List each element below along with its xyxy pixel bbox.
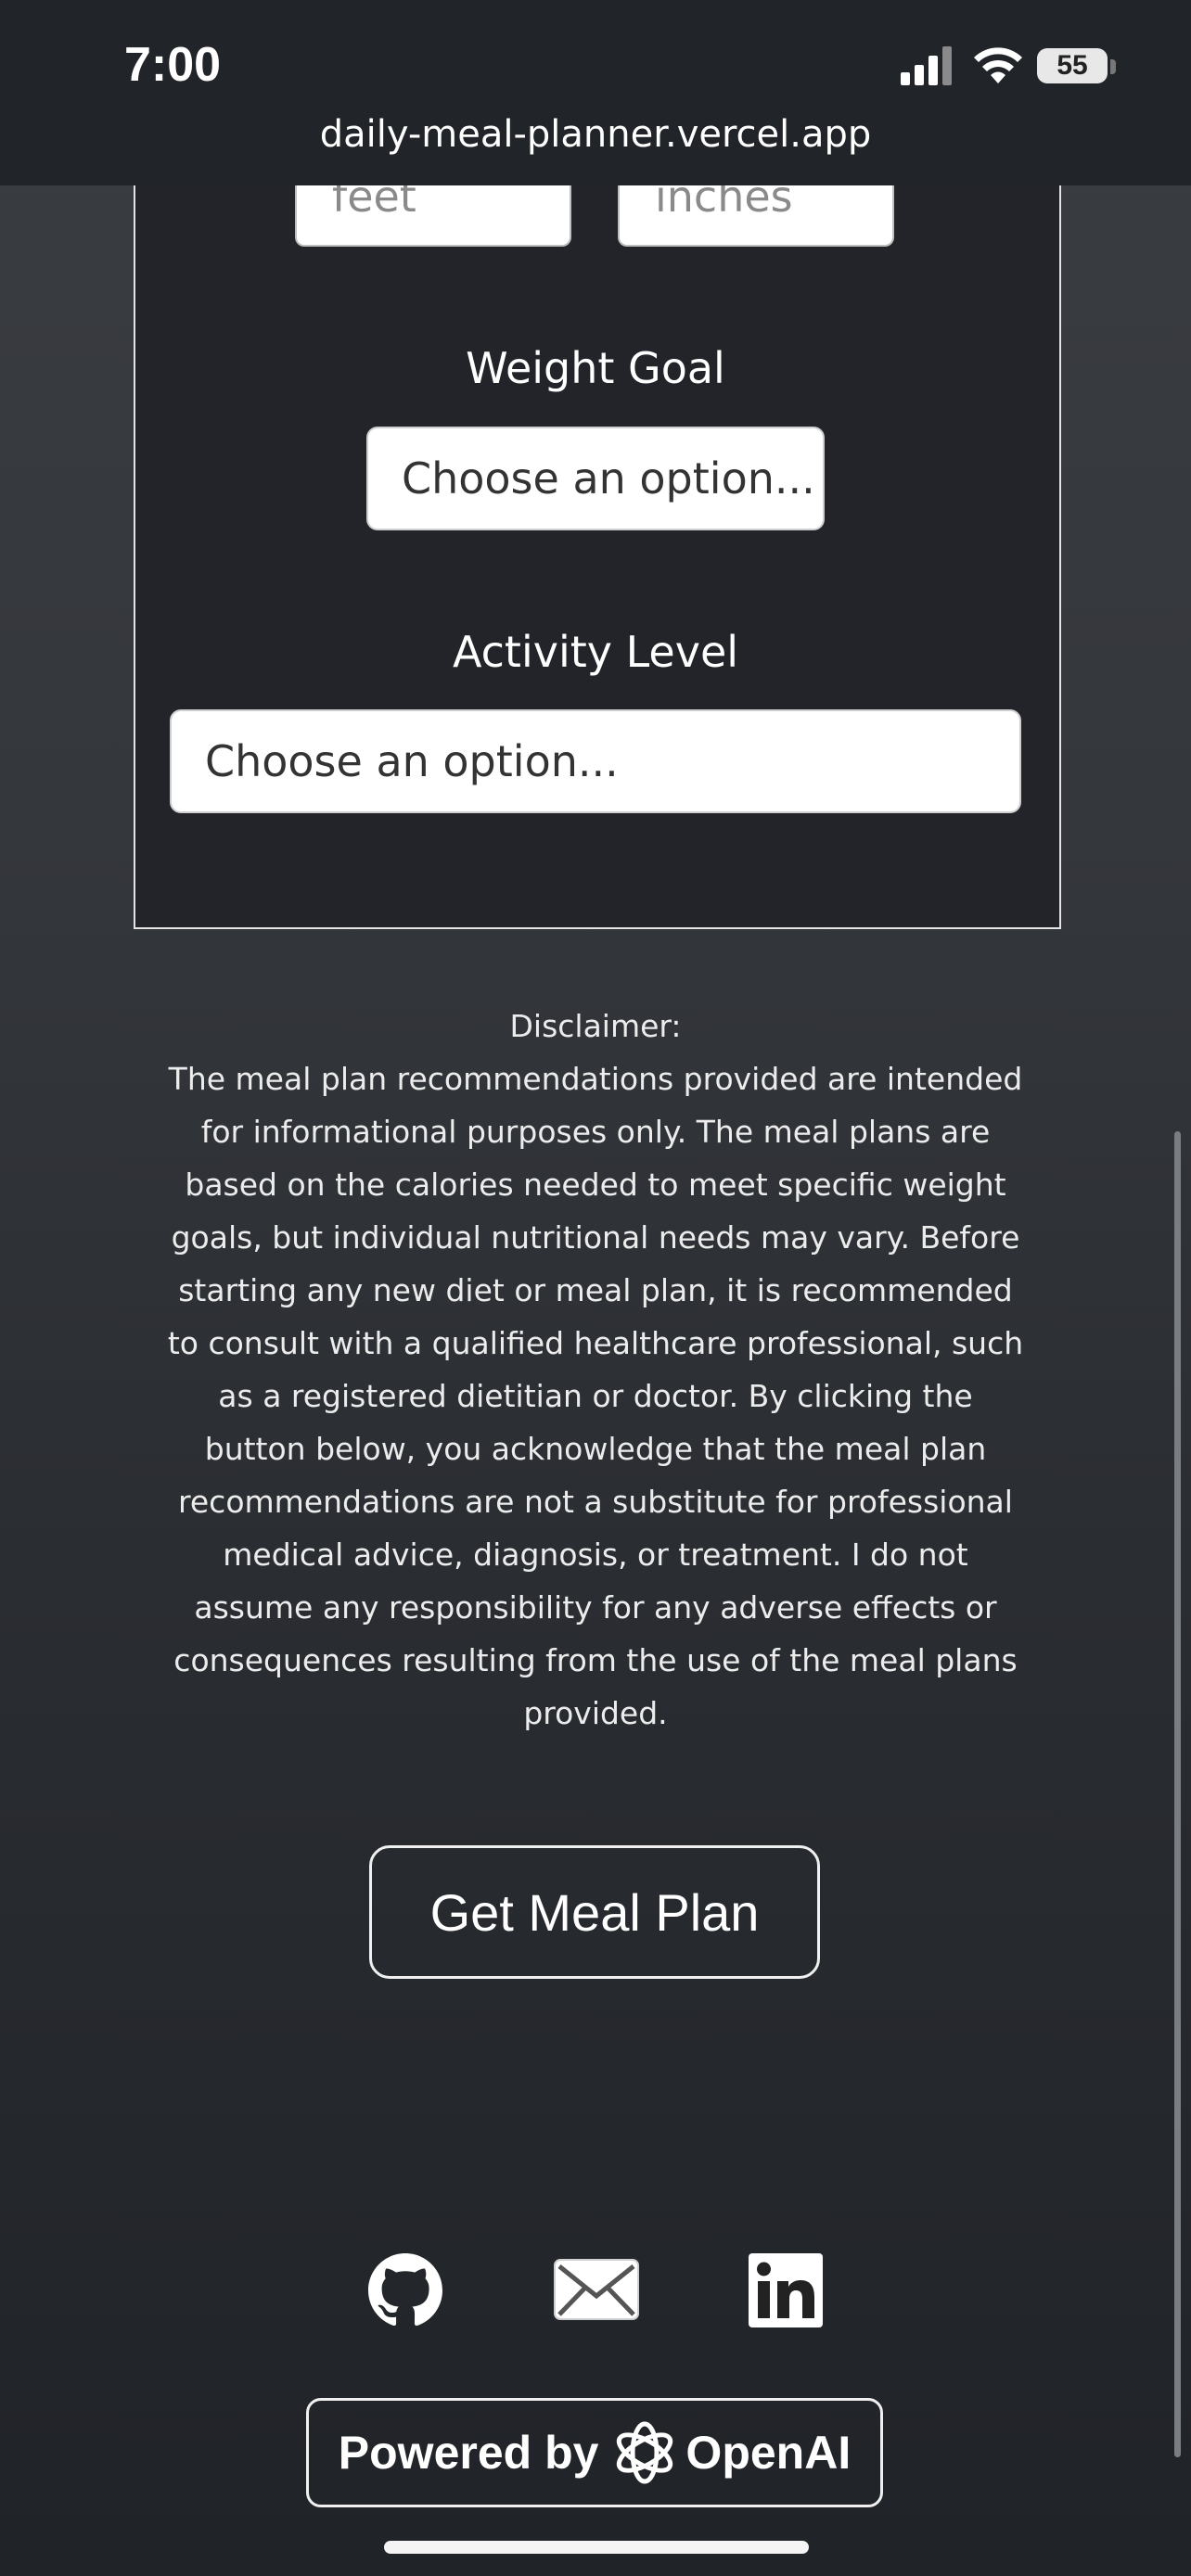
- activity-level-label: Activity Level: [452, 627, 739, 677]
- height-inches-input[interactable]: inches: [618, 185, 894, 247]
- openai-logo-icon: [617, 2421, 673, 2484]
- battery-cap: [1110, 59, 1116, 74]
- height-feet-input[interactable]: feet: [295, 185, 571, 247]
- weight-goal-label: Weight Goal: [466, 343, 725, 393]
- activity-level-value: Choose an option...: [205, 736, 619, 786]
- cellular-signal-icon: [901, 46, 952, 85]
- get-meal-plan-button[interactable]: Get Meal Plan: [369, 1845, 820, 1979]
- wifi-icon: [974, 47, 1022, 83]
- powered-by-text: Powered by: [338, 2427, 599, 2479]
- height-feet-placeholder: feet: [332, 185, 416, 222]
- disclaimer: Disclaimer: The meal plan recommendation…: [163, 1000, 1028, 1740]
- home-indicator[interactable]: [384, 2541, 809, 2554]
- meal-plan-form: [134, 185, 1061, 929]
- powered-by-openai-badge[interactable]: Powered by OpenAI: [306, 2398, 883, 2507]
- status-time: 7:00: [124, 38, 222, 92]
- page-scrollbar[interactable]: [1174, 1131, 1181, 2457]
- powered-brand-text: OpenAI: [685, 2427, 852, 2479]
- weight-goal-select[interactable]: Choose an option...: [366, 427, 825, 530]
- weight-goal-value: Choose an option...: [402, 453, 815, 504]
- disclaimer-body: The meal plan recommendations provided a…: [167, 1061, 1024, 1731]
- status-bar: 7:00 55 daily-meal-planner.vercel.app: [0, 0, 1191, 185]
- battery-indicator: 55: [1037, 48, 1108, 83]
- height-inches-placeholder: inches: [655, 185, 793, 222]
- activity-level-select[interactable]: Choose an option...: [170, 709, 1021, 813]
- address-bar-url[interactable]: daily-meal-planner.vercel.app: [0, 113, 1191, 156]
- github-icon[interactable]: [367, 2253, 443, 2327]
- mail-icon[interactable]: [554, 2259, 639, 2320]
- disclaimer-title: Disclaimer:: [509, 1008, 682, 1044]
- linkedin-icon[interactable]: [749, 2253, 823, 2327]
